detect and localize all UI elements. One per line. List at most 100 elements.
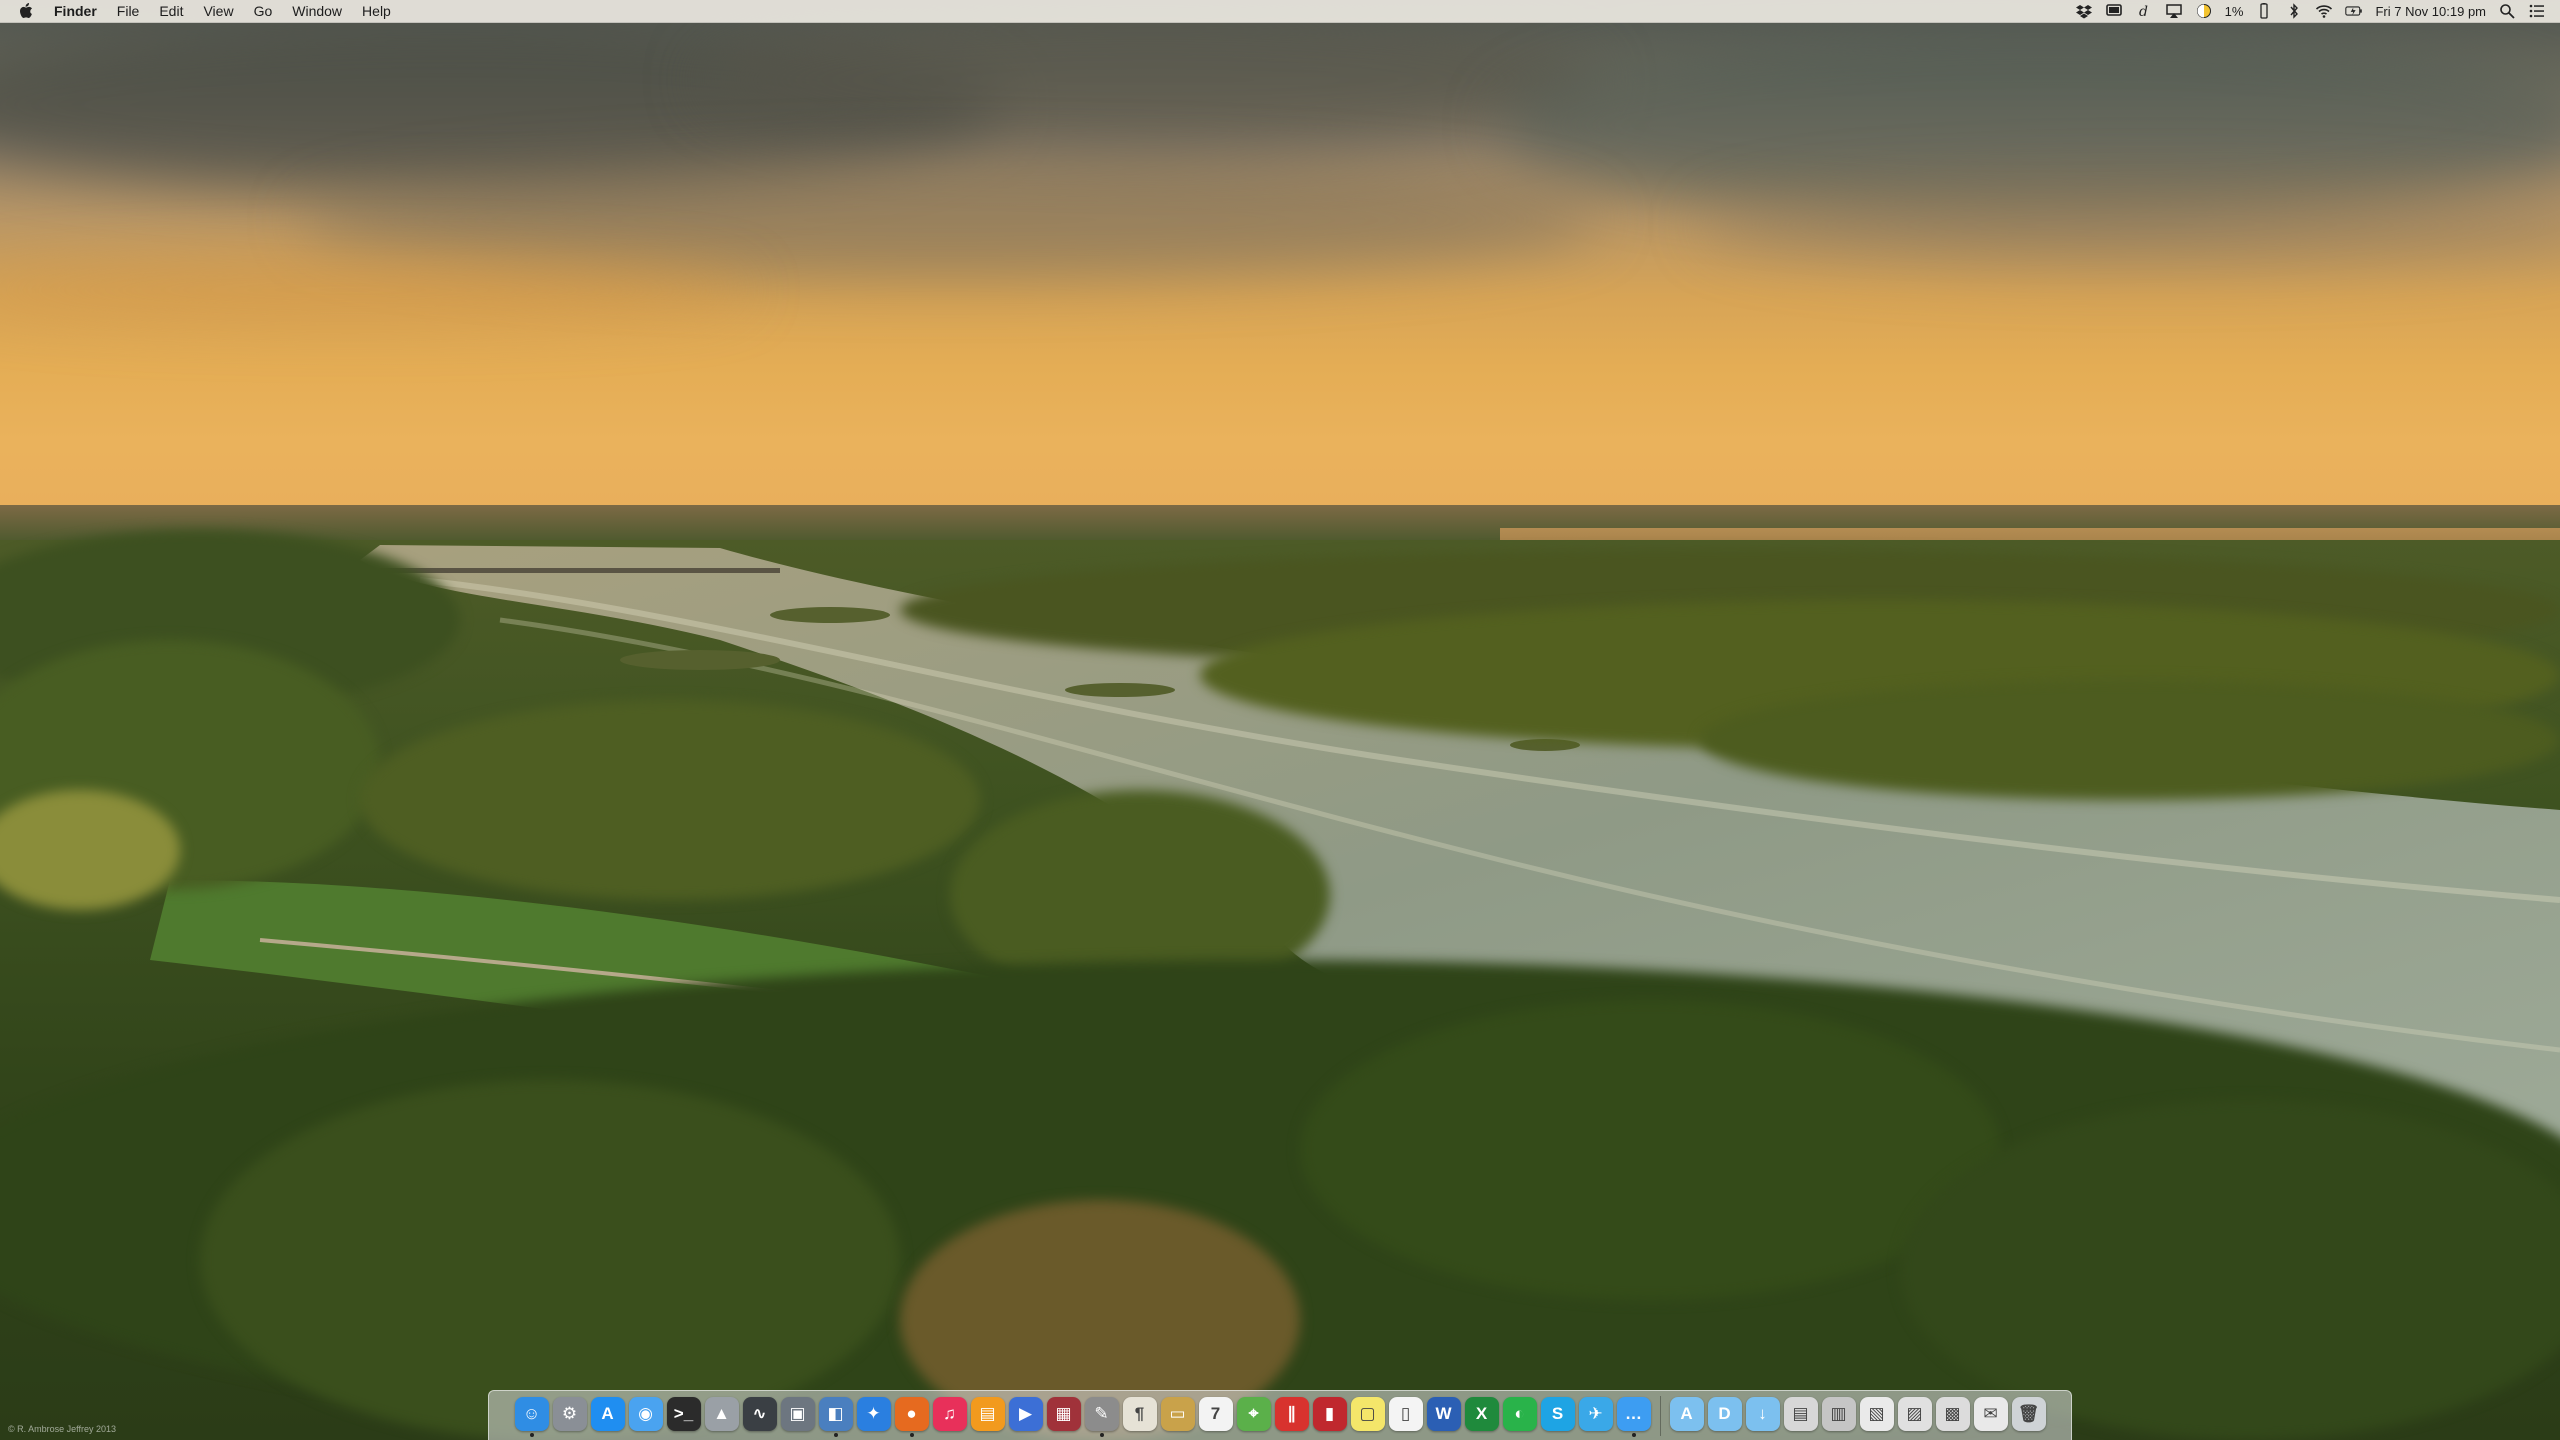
running-indicator	[1099, 1432, 1104, 1437]
bluetooth-icon[interactable]	[2285, 2, 2303, 20]
dock-item-activity-monitor[interactable]: ∿	[742, 1393, 778, 1439]
dock-item-wireless-diagnostics[interactable]: ◉	[628, 1393, 664, 1439]
ibooks-icon: ▤	[970, 1396, 1005, 1431]
notification-center-icon[interactable]	[2528, 2, 2546, 20]
maps-icon: ⌖	[1236, 1396, 1271, 1431]
battery-charge-icon[interactable]	[2345, 2, 2363, 20]
mail-stack-icon: ✉	[1973, 1396, 2008, 1431]
books-red-icon: ▮	[1312, 1396, 1347, 1431]
screenshot-stack-1-icon: ▤	[1783, 1396, 1818, 1431]
downloads-folder-icon: ↓	[1745, 1396, 1780, 1431]
dock-item-preview[interactable]: ◧	[818, 1393, 854, 1439]
dock-item-screenshot-stack-2[interactable]: ▥	[1821, 1393, 1857, 1439]
desktop[interactable]: © R. Ambrose Jeffrey 2013 Finder File Ed…	[0, 0, 2560, 1440]
wireless-diagnostics-icon: ◉	[628, 1396, 663, 1431]
dropbox-icon[interactable]	[2075, 2, 2093, 20]
dock-item-downloads-folder[interactable]: ↓	[1745, 1393, 1781, 1439]
dock-item-stickies[interactable]: ▢	[1350, 1393, 1386, 1439]
app-store-icon: A	[590, 1396, 625, 1431]
running-indicator	[909, 1432, 914, 1437]
firefox-icon: ●	[894, 1396, 929, 1431]
dock-item-messages[interactable]: …	[1616, 1393, 1652, 1439]
dock-item-notes[interactable]: ▭	[1160, 1393, 1196, 1439]
dock-item-calendar[interactable]: 7	[1198, 1393, 1234, 1439]
automator-icon: ▲	[704, 1396, 739, 1431]
photo-credit: © R. Ambrose Jeffrey 2013	[8, 1424, 117, 1434]
calendar-icon: 7	[1198, 1396, 1233, 1431]
dock-item-excel[interactable]: X	[1464, 1393, 1500, 1439]
dock-item-finder[interactable]: ☺	[514, 1393, 550, 1439]
dock-item-books-red[interactable]: ▮	[1312, 1393, 1348, 1439]
dock-item-pages-doc[interactable]: ▯	[1388, 1393, 1424, 1439]
dock-item-quicktime[interactable]: ▶	[1008, 1393, 1044, 1439]
dock-item-textedit[interactable]: ¶	[1122, 1393, 1158, 1439]
applications-folder-icon: A	[1669, 1396, 1704, 1431]
dock-item-image-capture[interactable]: ▣	[780, 1393, 816, 1439]
dock-item-trash[interactable]: 🗑	[2011, 1393, 2047, 1439]
battery-percent-label[interactable]: 1%	[2225, 4, 2244, 19]
quicktime-icon: ▶	[1008, 1396, 1043, 1431]
screenshot-stack-2-icon: ▥	[1821, 1396, 1856, 1431]
twitter-icon: ✈	[1578, 1396, 1613, 1431]
skype-icon: S	[1540, 1396, 1575, 1431]
messages-icon: …	[1616, 1396, 1651, 1431]
dock-item-applications-folder[interactable]: A	[1669, 1393, 1705, 1439]
battery-icon[interactable]	[2255, 2, 2273, 20]
menu-help[interactable]: Help	[352, 0, 401, 22]
dock-item-pdf-stack[interactable]: ▩	[1935, 1393, 1971, 1439]
dock-item-screenshot-stack-1[interactable]: ▤	[1783, 1393, 1819, 1439]
dock-item-word[interactable]: W	[1426, 1393, 1462, 1439]
dock-item-system-preferences[interactable]: ⚙	[552, 1393, 588, 1439]
dock-item-itunes[interactable]: ♫	[932, 1393, 968, 1439]
word-icon: W	[1426, 1396, 1461, 1431]
documents-folder-icon: D	[1707, 1396, 1742, 1431]
menu-file[interactable]: File	[107, 0, 150, 22]
running-indicator	[529, 1432, 534, 1437]
menu-view[interactable]: View	[193, 0, 243, 22]
notes-icon: ▭	[1160, 1396, 1195, 1431]
clock[interactable]: Fri 7 Nov 10:19 pm	[2375, 4, 2486, 19]
dock-item-terminal[interactable]: >_	[666, 1393, 702, 1439]
dock-item-twitter[interactable]: ✈	[1578, 1393, 1614, 1439]
dictionary-icon[interactable]: d	[2135, 2, 2153, 20]
dock-item-document-stack[interactable]: ▧	[1859, 1393, 1895, 1439]
dock-item-ibooks[interactable]: ▤	[970, 1393, 1006, 1439]
dock-item-mail-stack[interactable]: ✉	[1973, 1393, 2009, 1439]
dock-item-facetime[interactable]: ◐	[1502, 1393, 1538, 1439]
dock-item-maps[interactable]: ⌖	[1236, 1393, 1272, 1439]
dock-separator	[1659, 1395, 1661, 1436]
finder-icon: ☺	[514, 1396, 549, 1431]
menu-go[interactable]: Go	[244, 0, 283, 22]
airplay-icon[interactable]	[2165, 2, 2183, 20]
dock-item-app-store[interactable]: A	[590, 1393, 626, 1439]
stickies-icon: ▢	[1350, 1396, 1385, 1431]
terminal-icon: >_	[666, 1396, 701, 1431]
status-menus: d 1% Fri 7 Nov 10:19 pm	[2075, 0, 2546, 22]
dock-item-skype[interactable]: S	[1540, 1393, 1576, 1439]
display-icon[interactable]	[2105, 2, 2123, 20]
facetime-icon: ◐	[1502, 1396, 1537, 1431]
dock-item-automator[interactable]: ▲	[704, 1393, 740, 1439]
menu-edit[interactable]: Edit	[149, 0, 193, 22]
spotlight-icon[interactable]	[2498, 2, 2516, 20]
dock: ☺ ⚙ A ◉ >_ ▲ ∿ ▣ ◧ ✦ ● ♫ ▤ ▶ ▦ ✎ ¶ ▭ 7 ⌖ ∥ ▮ ▢ ▯ W X ◐ S ✈… A D ↓ ▤ ▥ ▧ ▨ ▩ ✉…	[488, 1390, 2072, 1440]
svg-text:d: d	[2139, 4, 2148, 20]
running-indicator	[1631, 1432, 1636, 1437]
dock-item-photo-booth[interactable]: ▦	[1046, 1393, 1082, 1439]
dock-item-parallels[interactable]: ∥	[1274, 1393, 1310, 1439]
menu-finder[interactable]: Finder	[50, 0, 107, 22]
menu-window[interactable]: Window	[282, 0, 352, 22]
textedit-icon: ¶	[1122, 1396, 1157, 1431]
dock-item-utility[interactable]: ✎	[1084, 1393, 1120, 1439]
caffeine-icon[interactable]	[2195, 2, 2213, 20]
menu-bar: Finder File Edit View Go Window Help d 1…	[0, 0, 2560, 23]
dock-item-firefox[interactable]: ●	[894, 1393, 930, 1439]
wifi-icon[interactable]	[2315, 2, 2333, 20]
dock-item-documents-folder[interactable]: D	[1707, 1393, 1743, 1439]
pages-doc-icon: ▯	[1388, 1396, 1423, 1431]
preview-icon: ◧	[818, 1396, 853, 1431]
apple-menu-icon[interactable]	[16, 0, 36, 22]
dock-item-safari[interactable]: ✦	[856, 1393, 892, 1439]
photo-booth-icon: ▦	[1046, 1396, 1081, 1431]
dock-item-image-stack[interactable]: ▨	[1897, 1393, 1933, 1439]
